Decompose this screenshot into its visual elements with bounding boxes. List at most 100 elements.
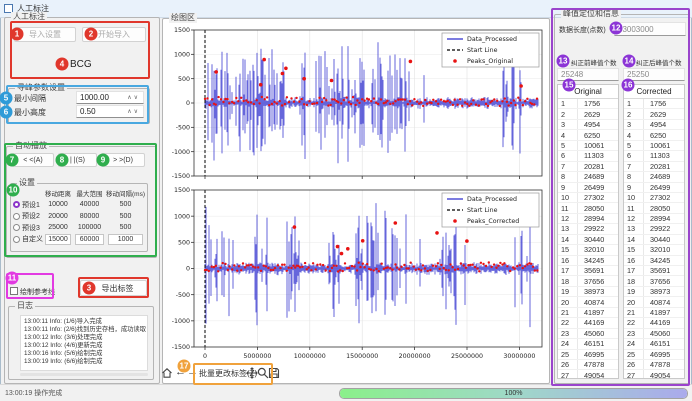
- table-row[interactable]: 1128050: [558, 203, 618, 213]
- preset-row[interactable]: 预设325000100000500: [11, 222, 145, 234]
- preset-value-input[interactable]: 60000: [75, 234, 104, 245]
- table-row[interactable]: 1735691: [624, 266, 684, 276]
- table-row[interactable]: 510061: [624, 141, 684, 151]
- table-row[interactable]: 2446151: [558, 339, 618, 349]
- spinner-arrows-icon[interactable]: ∧∨: [127, 94, 140, 101]
- min-interval-spinner[interactable]: 1000.00 ∧∨: [76, 91, 144, 104]
- table-row[interactable]: 2647878: [558, 360, 618, 370]
- preset-row[interactable]: 预设11000040000500: [11, 199, 145, 211]
- table-row[interactable]: 824689: [624, 172, 684, 182]
- autoplay-settings-label: 设置: [17, 178, 37, 188]
- preset-value-input[interactable]: 1000: [108, 234, 143, 245]
- preset-radio[interactable]: [13, 236, 20, 243]
- table-row[interactable]: 1735691: [558, 266, 618, 276]
- preset-value: 25000: [43, 224, 73, 231]
- autoplay-pause-button[interactable]: | |(S): [58, 153, 97, 167]
- preset-value: 500: [106, 201, 145, 208]
- spinner-arrows-icon[interactable]: ∧∨: [127, 108, 140, 115]
- table-row[interactable]: 611303: [558, 151, 618, 161]
- table-row[interactable]: 11756: [624, 99, 684, 109]
- data-length-label: 数据长度(点数): [559, 25, 606, 35]
- table-row[interactable]: 611303: [624, 151, 684, 161]
- table-row[interactable]: 11756: [558, 99, 618, 109]
- autoplay-prev-button[interactable]: < <(A): [12, 153, 54, 167]
- table-row[interactable]: 2749054: [624, 370, 684, 379]
- data-length-field[interactable]: 33003000: [614, 22, 686, 36]
- original-peaks-table[interactable]: Original 1175622629349544625051006161130…: [557, 84, 619, 379]
- table-row[interactable]: 1027302: [558, 193, 618, 203]
- table-row[interactable]: 2749054: [558, 370, 618, 379]
- min-height-value: 0.50: [80, 107, 96, 116]
- autoplay-group-label: 自动播放: [13, 141, 49, 151]
- table-row[interactable]: 1228994: [624, 214, 684, 224]
- log-group-label: 日志: [15, 301, 35, 311]
- preset-radio[interactable]: [13, 201, 20, 208]
- table-row[interactable]: 2345060: [624, 329, 684, 339]
- start-import-button[interactable]: 开始导入: [82, 27, 146, 42]
- table-row[interactable]: 1430440: [558, 235, 618, 245]
- data-length-value: 33003000: [618, 25, 654, 34]
- progress-label: 100%: [340, 389, 687, 398]
- table-row[interactable]: 2446151: [624, 339, 684, 349]
- table-row[interactable]: 34954: [558, 120, 618, 130]
- draw-refline-checkbox[interactable]: [10, 287, 18, 295]
- table-row[interactable]: 1027302: [624, 193, 684, 203]
- table-row[interactable]: 1634245: [624, 256, 684, 266]
- table-row[interactable]: 1532010: [624, 245, 684, 255]
- table-row[interactable]: 2040874: [558, 297, 618, 307]
- log-hscrollbar[interactable]: [20, 373, 148, 376]
- before-count-field[interactable]: 25248: [557, 68, 619, 81]
- table-row[interactable]: 46250: [558, 130, 618, 140]
- table-row[interactable]: 2244169: [624, 318, 684, 328]
- import-settings-button[interactable]: 导入设置: [14, 27, 76, 42]
- table-row[interactable]: 1430440: [624, 235, 684, 245]
- svg-text:10000000: 10000000: [294, 353, 326, 360]
- preset-row[interactable]: 预设22000080000500: [11, 211, 145, 223]
- preset-value: 10000: [43, 201, 73, 208]
- table-row[interactable]: 34954: [624, 120, 684, 130]
- forward-icon[interactable]: →: [186, 365, 199, 379]
- table-row[interactable]: 2040874: [624, 297, 684, 307]
- table-row[interactable]: 510061: [558, 141, 618, 151]
- table-row[interactable]: 2345060: [558, 329, 618, 339]
- table-row[interactable]: 2244169: [558, 318, 618, 328]
- table-row[interactable]: 46250: [624, 130, 684, 140]
- table-row[interactable]: 1329922: [558, 224, 618, 234]
- table-row[interactable]: 2647878: [624, 360, 684, 370]
- preset-radio[interactable]: [13, 224, 20, 231]
- table-row[interactable]: 22629: [558, 109, 618, 119]
- table-row[interactable]: 1329922: [624, 224, 684, 234]
- table-row[interactable]: 1532010: [558, 245, 618, 255]
- table-row[interactable]: 824689: [558, 172, 618, 182]
- corrected-peaks-table[interactable]: Corrected 117562262934954462505100616113…: [623, 84, 685, 379]
- table-row[interactable]: 926499: [624, 183, 684, 193]
- table-row[interactable]: 926499: [558, 183, 618, 193]
- preset-radio[interactable]: [13, 213, 20, 220]
- plots-canvas[interactable]: 150010005000-500-1000-1500Data_Processed…: [163, 20, 547, 364]
- table-row[interactable]: 1634245: [558, 256, 618, 266]
- table-row[interactable]: 1837656: [558, 276, 618, 286]
- table-row[interactable]: 720281: [558, 162, 618, 172]
- table-row[interactable]: 2141897: [558, 308, 618, 318]
- table-row[interactable]: 720281: [624, 162, 684, 172]
- table-row[interactable]: 2546995: [624, 350, 684, 360]
- home-icon[interactable]: [160, 366, 173, 380]
- table-row[interactable]: 22629: [624, 109, 684, 119]
- log-output[interactable]: 13:00:11 Info: (1/6)导入完成13:00:11 Info: (…: [20, 315, 148, 371]
- table-row[interactable]: 1128050: [624, 203, 684, 213]
- table-row[interactable]: 1938973: [558, 287, 618, 297]
- after-count-field[interactable]: 25250: [623, 68, 685, 81]
- table-row[interactable]: 1837656: [624, 276, 684, 286]
- save-icon[interactable]: [267, 366, 280, 380]
- table-row[interactable]: 2546995: [558, 350, 618, 360]
- autoplay-next-button[interactable]: > >(D): [101, 153, 145, 167]
- table-row[interactable]: 1938973: [624, 287, 684, 297]
- min-height-spinner[interactable]: 0.50 ∧∨: [76, 105, 144, 118]
- table-row[interactable]: 1228994: [558, 214, 618, 224]
- preset-row[interactable]: 自定义15000600001000: [11, 234, 145, 246]
- svg-text:-500: -500: [176, 125, 190, 132]
- export-labels-button[interactable]: 导出标签: [80, 280, 147, 296]
- table-row[interactable]: 2141897: [624, 308, 684, 318]
- col-move-interval: 移动间隔(ms): [106, 188, 145, 198]
- preset-value-input[interactable]: 15000: [45, 234, 71, 245]
